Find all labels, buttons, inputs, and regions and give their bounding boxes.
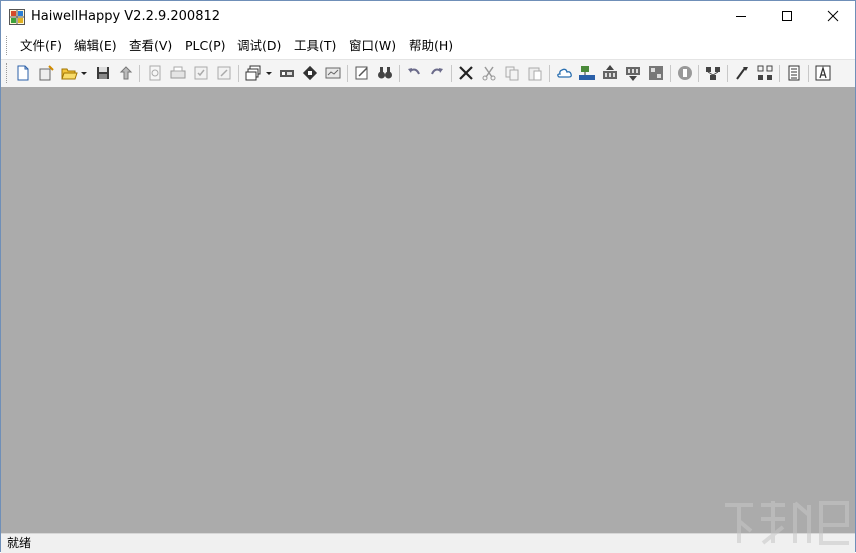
toolbar-grip[interactable] — [6, 63, 10, 83]
menu-view[interactable]: 查看(V) — [129, 38, 172, 54]
menu-edit[interactable]: 编辑(E) — [74, 38, 117, 54]
compile-icon[interactable] — [215, 64, 233, 82]
upload-icon[interactable] — [117, 64, 135, 82]
toolbar — [1, 59, 855, 143]
windows-icon[interactable] — [244, 64, 262, 82]
toolbar-separator — [727, 65, 728, 82]
toolbar-separator — [347, 65, 348, 82]
print-icon[interactable] — [169, 64, 187, 82]
plc-upload-icon[interactable] — [601, 64, 619, 82]
status-text: 就绪 — [7, 536, 32, 550]
module-icon[interactable] — [278, 64, 296, 82]
close-icon — [827, 10, 839, 22]
title-bar[interactable]: HaiwellHappy V2.2.9.200812 — [1, 1, 855, 32]
run-stop-icon[interactable] — [676, 64, 694, 82]
print-preview-icon[interactable] — [146, 64, 164, 82]
open-dropdown-arrow[interactable] — [81, 72, 87, 75]
memory-icon[interactable] — [785, 64, 803, 82]
maximize-button[interactable] — [764, 1, 810, 31]
menu-plc[interactable]: PLC(P) — [185, 38, 226, 54]
toolbar-separator — [399, 65, 400, 82]
minimize-button[interactable] — [718, 1, 764, 31]
mdi-client-area[interactable] — [1, 87, 855, 533]
cloud-icon[interactable] — [555, 64, 573, 82]
minimize-icon — [736, 16, 746, 17]
toolbar-separator — [451, 65, 452, 82]
check-icon[interactable] — [192, 64, 210, 82]
menu-file[interactable]: 文件(F) — [20, 38, 62, 54]
monitor-icon[interactable] — [324, 64, 342, 82]
font-icon[interactable] — [814, 64, 832, 82]
save-icon[interactable] — [94, 64, 112, 82]
edit-sheet-icon[interactable] — [353, 64, 371, 82]
close-button[interactable] — [810, 1, 856, 31]
app-window: HaiwellHappy V2.2.9.200812 文件(F) 编辑(E) 查… — [0, 0, 856, 553]
toolbar-separator — [670, 65, 671, 82]
plc-compare-icon[interactable] — [647, 64, 665, 82]
new-project-icon[interactable] — [37, 64, 55, 82]
menu-help[interactable]: 帮助(H) — [409, 38, 453, 54]
copy-icon[interactable] — [503, 64, 521, 82]
toolbar-separator — [549, 65, 550, 82]
cut-icon[interactable] — [480, 64, 498, 82]
menu-tools[interactable]: 工具(T) — [294, 38, 336, 54]
diagnose-icon[interactable] — [704, 64, 722, 82]
windows-dropdown-arrow[interactable] — [266, 72, 272, 75]
window-title: HaiwellHappy V2.2.9.200812 — [31, 9, 221, 24]
menu-window[interactable]: 窗口(W) — [349, 38, 396, 54]
delete-icon[interactable] — [457, 64, 475, 82]
find-icon[interactable] — [376, 64, 394, 82]
menu-debug[interactable]: 调试(D) — [237, 38, 281, 54]
new-file-icon[interactable] — [14, 64, 32, 82]
simulate-icon[interactable] — [756, 64, 774, 82]
toolbar-separator — [779, 65, 780, 82]
undo-icon[interactable] — [405, 64, 423, 82]
toolbar-separator — [808, 65, 809, 82]
toolbar-separator — [139, 65, 140, 82]
watermark-logo — [725, 501, 849, 545]
chip-icon[interactable] — [301, 64, 319, 82]
open-folder-icon[interactable] — [60, 64, 78, 82]
maximize-icon — [782, 11, 792, 21]
network-icon[interactable] — [578, 64, 596, 82]
plc-download-icon[interactable] — [624, 64, 642, 82]
menubar-grip[interactable] — [6, 36, 10, 55]
redo-icon[interactable] — [428, 64, 446, 82]
tool-icon[interactable] — [733, 64, 751, 82]
paste-icon[interactable] — [526, 64, 544, 82]
toolbar-separator — [238, 65, 239, 82]
menu-bar: 文件(F) 编辑(E) 查看(V) PLC(P) 调试(D) 工具(T) 窗口(… — [1, 32, 855, 59]
toolbar-separator — [698, 65, 699, 82]
app-grid-icon[interactable] — [9, 9, 25, 25]
